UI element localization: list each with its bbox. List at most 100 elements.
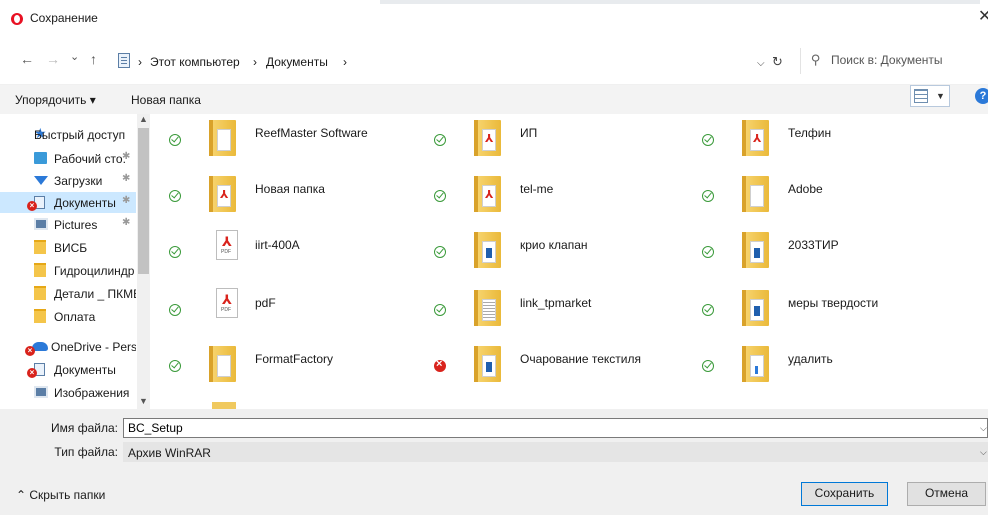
navigation-pane: ★ Быстрый доступ Рабочий сто. ✱ Загрузки…: [0, 114, 150, 409]
breadcrumb-separator: ›: [138, 55, 142, 69]
path-box[interactable]: › Этот компьютер › Документы ›: [113, 48, 793, 74]
sync-ok-icon: [702, 360, 714, 372]
sync-ok-icon: [434, 134, 446, 146]
title-strip: [380, 0, 980, 4]
sync-ok-icon: [702, 134, 714, 146]
sidebar-item-details[interactable]: Детали _ ПКМВ: [0, 283, 136, 304]
pdf-folder-icon: [474, 120, 501, 156]
sync-error-icon: ×: [25, 346, 35, 356]
sync-ok-icon: [169, 246, 181, 258]
sidebar-scrollbar[interactable]: ▲ ▼: [137, 114, 150, 409]
view-options-button[interactable]: ▼: [910, 85, 950, 107]
sidebar-item-downloads[interactable]: Загрузки ✱: [0, 170, 136, 191]
save-form: Имя файла: ⌵ Тип файла: Архив WinRAR ⌵ ⌃…: [0, 409, 988, 515]
chevron-up-icon[interactable]: ▲: [139, 114, 148, 124]
pictures-icon: [34, 386, 48, 398]
title-bar: Сохранение ✕: [0, 0, 988, 36]
media-folder-icon: [742, 232, 769, 268]
sidebar-item-label: Оплата: [54, 310, 96, 324]
chevron-down-icon[interactable]: ▼: [139, 396, 148, 406]
sidebar-item-quick-access[interactable]: ★ Быстрый доступ: [0, 124, 136, 145]
folder-icon: [742, 346, 769, 382]
breadcrumb-separator: ›: [253, 55, 257, 69]
sidebar-item-label: OneDrive - Persor: [51, 340, 136, 354]
breadcrumb-this-pc[interactable]: Этот компьютер: [150, 55, 240, 69]
sync-error-icon: [434, 358, 446, 372]
chevron-down-icon[interactable]: ⌵: [980, 423, 987, 434]
filename-label: Имя файла:: [51, 421, 118, 435]
file-name: 2033ТИР: [788, 238, 839, 252]
forward-icon[interactable]: →: [46, 51, 60, 67]
list-item[interactable]: Очарование текстиля: [415, 340, 675, 396]
sidebar-item-label: Документы: [54, 196, 116, 210]
list-item[interactable]: Телфин: [683, 114, 943, 170]
close-icon[interactable]: ✕: [978, 6, 988, 26]
pdf-file-icon: [216, 288, 238, 318]
hide-folders-button[interactable]: ⌃ Скрыть папки: [16, 488, 105, 502]
pin-icon: ✱: [122, 217, 131, 228]
media-folder-icon: [474, 346, 501, 382]
list-item[interactable]: ИП: [415, 114, 675, 170]
scroll-thumb[interactable]: [138, 128, 149, 274]
up-icon[interactable]: ↑: [90, 51, 97, 67]
new-folder-button[interactable]: Новая папка: [131, 93, 201, 107]
list-item[interactable]: удалить: [683, 340, 943, 396]
sync-ok-icon: [434, 190, 446, 202]
search-box[interactable]: ⚲: [800, 48, 988, 74]
organize-button[interactable]: Упорядочить ▾: [15, 93, 96, 107]
document-path-icon: [118, 53, 130, 68]
list-item[interactable]: Новая папка: [150, 170, 410, 226]
sidebar-item-payment[interactable]: Оплата: [0, 306, 136, 327]
sync-ok-icon: [169, 304, 181, 316]
sidebar-item-label: Pictures: [54, 218, 98, 232]
file-name: pdF: [255, 296, 276, 310]
cancel-button[interactable]: Отмена: [907, 482, 986, 506]
opera-icon: [11, 13, 23, 25]
file-name: Adobe: [788, 182, 823, 196]
document-folder-icon: [474, 290, 501, 326]
filetype-value: Архив WinRAR: [128, 446, 211, 460]
list-item[interactable]: меры твердости: [683, 284, 943, 340]
chevron-down-icon[interactable]: ⌵: [757, 58, 765, 69]
list-item[interactable]: FormatFactory: [150, 340, 410, 396]
sync-error-icon: ×: [27, 368, 37, 378]
filename-field[interactable]: [123, 418, 988, 438]
breadcrumb-documents[interactable]: Документы: [266, 55, 328, 69]
list-item[interactable]: iirt-400A: [150, 226, 410, 282]
sidebar-item-label: Изображения: [54, 386, 130, 400]
list-item[interactable]: 2033ТИР: [683, 226, 943, 282]
chevron-down-icon: ▼: [936, 91, 945, 101]
search-input[interactable]: [831, 49, 981, 71]
sidebar-item-visb[interactable]: ВИСБ: [0, 237, 136, 258]
view-grid-icon: [914, 89, 928, 103]
pdf-folder-icon: [742, 120, 769, 156]
sidebar-item-label: Быстрый доступ: [34, 128, 126, 142]
history-dropdown-icon[interactable]: ⌄: [70, 50, 79, 63]
filetype-select[interactable]: Архив WinRAR: [123, 442, 988, 462]
list-item[interactable]: pdF: [150, 284, 410, 340]
help-icon[interactable]: ?: [975, 88, 988, 104]
list-item[interactable]: ReefMaster Software: [150, 114, 410, 170]
folder-icon: [209, 120, 236, 156]
file-name: Новая папка: [255, 182, 325, 196]
chevron-down-icon[interactable]: ⌵: [980, 447, 987, 458]
back-icon[interactable]: ←: [20, 51, 34, 67]
sidebar-item-hydrocylinder[interactable]: Гидроцилиндр: [0, 260, 136, 281]
refresh-icon[interactable]: ↻: [772, 54, 783, 70]
list-item[interactable]: Adobe: [683, 170, 943, 226]
list-item[interactable]: tel-me: [415, 170, 675, 226]
sync-ok-icon: [169, 190, 181, 202]
sidebar-item-onedrive-documents[interactable]: × Документы: [0, 359, 136, 380]
sidebar-item-label: ВИСБ: [54, 241, 88, 255]
sidebar-item-pictures[interactable]: Pictures ✱: [0, 214, 136, 235]
file-name: Телфин: [788, 126, 832, 140]
list-item[interactable]: link_tpmarket: [415, 284, 675, 340]
sidebar-item-onedrive-images[interactable]: Изображения: [0, 382, 136, 403]
sidebar-item-desktop[interactable]: Рабочий сто. ✱: [0, 148, 136, 169]
filetype-label: Тип файла:: [54, 445, 118, 459]
list-item[interactable]: крио клапан: [415, 226, 675, 282]
save-button[interactable]: Сохранить: [801, 482, 888, 506]
sidebar-item-label: Детали _ ПКМВ: [54, 287, 136, 301]
sidebar-item-documents[interactable]: × Документы ✱: [0, 192, 136, 213]
sidebar-item-onedrive[interactable]: × OneDrive - Persor: [0, 336, 136, 357]
